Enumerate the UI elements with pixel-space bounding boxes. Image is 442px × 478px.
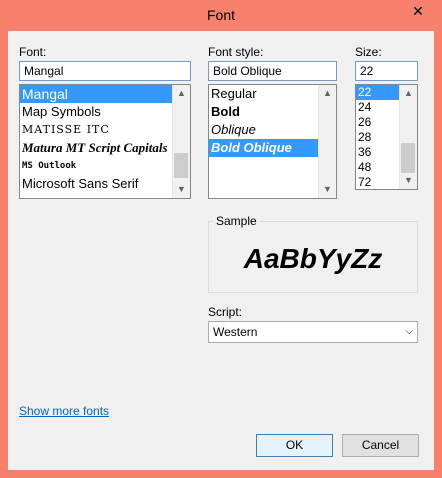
window-title: Font [206, 7, 235, 23]
font-style-scrollbar[interactable]: ▲ ▼ [318, 85, 336, 198]
size-label: Size: [355, 45, 382, 59]
scroll-down-icon[interactable]: ▼ [400, 172, 417, 189]
scroll-up-icon[interactable]: ▲ [319, 85, 336, 102]
font-list-item[interactable]: MATISSE ITC [20, 121, 173, 139]
font-list-item[interactable]: Microsoft Sans Serif [20, 175, 173, 193]
font-style-input[interactable]: Bold Oblique [208, 61, 337, 81]
font-list-items: Mangal Map Symbols MATISSE ITC Matura MT… [20, 85, 173, 198]
size-list-item[interactable]: 72 [356, 175, 400, 189]
script-label: Script: [208, 305, 243, 319]
size-scroll-thumb[interactable] [401, 143, 415, 173]
sample-preview-text: AaBbYyZz [243, 243, 383, 274]
font-style-label: Font style: [208, 45, 264, 59]
cancel-button[interactable]: Cancel [342, 434, 419, 457]
font-style-item[interactable]: Regular [209, 85, 319, 103]
size-list-item[interactable]: 28 [356, 130, 400, 145]
scroll-up-icon[interactable]: ▲ [173, 85, 190, 102]
title-bar[interactable]: Font ✕ [0, 0, 442, 31]
font-name-input[interactable]: Mangal [19, 61, 191, 81]
font-list-item[interactable]: Map Symbols [20, 103, 173, 121]
font-label: Font: [19, 45, 47, 59]
size-list-item[interactable]: 22 [356, 85, 400, 100]
show-more-fonts-link[interactable]: Show more fonts [19, 404, 109, 418]
font-list-item[interactable]: Mangal [20, 85, 173, 103]
font-list-item[interactable]: Matura MT Script Capitals [20, 139, 173, 157]
font-list-item[interactable]: MS Outlook [20, 157, 173, 175]
close-icon: ✕ [412, 3, 424, 19]
dialog-body: Font: Mangal Mangal Map Symbols MATISSE … [8, 31, 434, 470]
font-scrollbar[interactable]: ▲ ▼ [172, 85, 190, 198]
font-style-item[interactable]: Bold [209, 103, 319, 121]
size-list-items: 22 24 26 28 36 48 72 [356, 85, 400, 189]
font-style-item[interactable]: Oblique [209, 121, 319, 139]
size-listbox[interactable]: 22 24 26 28 36 48 72 ▲ ▼ [355, 84, 418, 190]
scroll-down-icon[interactable]: ▼ [173, 181, 190, 198]
font-scroll-thumb[interactable] [174, 153, 188, 178]
size-list-item[interactable]: 48 [356, 160, 400, 175]
font-listbox[interactable]: Mangal Map Symbols MATISSE ITC Matura MT… [19, 84, 191, 199]
chevron-down-icon: ⌵ [405, 326, 413, 337]
close-button[interactable]: ✕ [402, 0, 434, 22]
script-value: Western [213, 325, 258, 339]
font-style-item[interactable]: Bold Oblique [209, 139, 319, 157]
size-list-item[interactable]: 24 [356, 100, 400, 115]
scroll-up-icon[interactable]: ▲ [400, 85, 417, 102]
size-scrollbar[interactable]: ▲ ▼ [399, 85, 417, 189]
font-style-list-items: Regular Bold Oblique Bold Oblique [209, 85, 319, 198]
scroll-down-icon[interactable]: ▼ [319, 181, 336, 198]
font-dialog: Font ✕ Font: Mangal Mangal Map Symbols M… [0, 0, 442, 478]
size-list-item[interactable]: 26 [356, 115, 400, 130]
sample-label: Sample [213, 214, 260, 228]
size-input[interactable]: 22 [355, 61, 418, 81]
size-list-item[interactable]: 36 [356, 145, 400, 160]
font-style-listbox[interactable]: Regular Bold Oblique Bold Oblique ▲ ▼ [208, 84, 337, 199]
script-dropdown[interactable]: Western ⌵ [208, 321, 418, 343]
ok-button[interactable]: OK [256, 434, 333, 457]
